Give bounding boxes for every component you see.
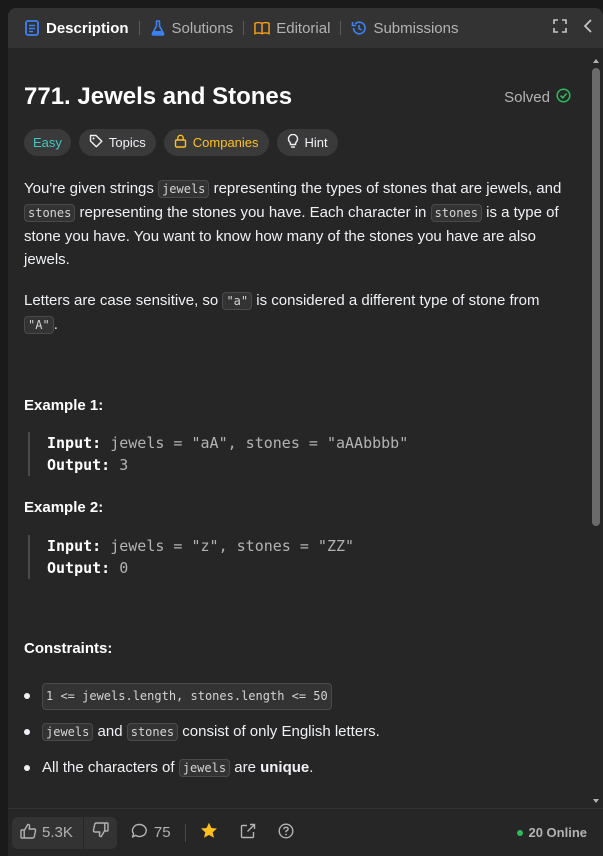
thumbs-up-icon	[20, 823, 37, 843]
description-paragraph: Letters are case sensitive, so "a" is co…	[24, 289, 562, 337]
example-input: jewels = "aA", stones = "aAAbbbb"	[110, 434, 409, 452]
difficulty-label: Easy	[33, 135, 62, 150]
inline-code: "A"	[24, 316, 54, 334]
online-dot	[517, 829, 524, 836]
question-circle-icon	[278, 822, 294, 843]
example-block: Input: jewels = "z", stones = "ZZ" Outpu…	[28, 535, 562, 579]
comment-count: 75	[153, 824, 171, 841]
online-indicator: 20 Online	[517, 825, 587, 840]
list-item: jewels and stones consist of only Englis…	[24, 714, 562, 750]
text: representing the types of stones that ar…	[209, 180, 562, 197]
tab-description[interactable]: Description	[20, 8, 133, 48]
inline-code: jewels	[42, 723, 94, 741]
share-button[interactable]	[240, 823, 256, 843]
online-count: 20 Online	[528, 825, 587, 840]
inline-code: jewels	[158, 180, 210, 198]
text: representing the stones you have. Each c…	[75, 204, 431, 221]
thumbs-down-icon	[92, 822, 109, 843]
dislike-button[interactable]	[84, 817, 117, 849]
history-icon	[351, 20, 367, 36]
scrollbar-thumb[interactable]	[592, 68, 600, 526]
hint-label: Hint	[304, 135, 328, 150]
companies-label: Companies	[192, 135, 259, 150]
tab-label: Editorial	[276, 19, 331, 37]
text: Letters are case sensitive, so	[24, 292, 223, 309]
solved-status: Solved	[504, 87, 571, 107]
text: are	[230, 759, 261, 776]
inline-code: jewels	[178, 759, 231, 777]
input-label: Input:	[47, 434, 102, 452]
topics-label: Topics	[108, 135, 146, 150]
footer-divider	[184, 823, 186, 842]
tab-bar: Description Solutions Editorial Submissi…	[8, 8, 603, 48]
solved-label: Solved	[504, 88, 550, 106]
text: .	[53, 316, 58, 333]
inline-code: "a"	[222, 292, 253, 310]
text: You're given strings	[24, 180, 159, 197]
list-item: 1 <= jewels.length, stones.length <= 50	[24, 678, 562, 714]
tab-divider	[138, 21, 140, 35]
tab-label: Description	[46, 19, 129, 37]
inline-code: stones	[24, 204, 76, 222]
tab-submissions[interactable]: Submissions	[347, 8, 462, 48]
check-circle-icon	[556, 87, 571, 107]
problem-panel: Description Solutions Editorial Submissi…	[8, 8, 603, 856]
tab-editorial[interactable]: Editorial	[250, 8, 334, 48]
bold-text: unique	[260, 759, 310, 776]
book-icon	[254, 20, 270, 36]
difficulty-badge: Easy	[24, 129, 71, 156]
favorite-button[interactable]	[200, 822, 218, 843]
lightbulb-icon	[287, 133, 299, 152]
constraints-title: Constraints:	[24, 640, 113, 657]
topics-button[interactable]: Topics	[78, 129, 156, 156]
footer-bar: 5.3K 75 20 Online	[8, 808, 603, 856]
description-content: 771. Jewels and Stones Solved Easy Topic…	[8, 48, 589, 808]
tab-solutions[interactable]: Solutions	[146, 8, 238, 48]
example-output: 3	[119, 456, 129, 474]
description-paragraph: You're given strings jewels representing…	[24, 177, 562, 271]
example-title: Example 2:	[24, 499, 104, 516]
star-icon	[200, 822, 218, 843]
flask-icon	[150, 20, 166, 36]
output-label: Output:	[47, 456, 111, 474]
example-block: Input: jewels = "aA", stones = "aAAbbbb"…	[28, 432, 562, 476]
vote-group: 5.3K	[12, 816, 117, 849]
inline-code: 1 <= jewels.length, stones.length <= 50	[42, 682, 332, 710]
like-button[interactable]: 5.3K	[12, 816, 84, 849]
inline-code: stones	[430, 204, 482, 222]
text: All the characters of	[42, 759, 179, 776]
inline-code: stones	[126, 723, 179, 741]
list-item: All the characters of jewels are unique.	[24, 750, 562, 786]
tab-label: Solutions	[171, 19, 234, 37]
help-button[interactable]	[278, 822, 294, 843]
example-input: jewels = "z", stones = "ZZ"	[110, 537, 355, 555]
text: consist of only English letters.	[178, 723, 380, 740]
tab-divider	[340, 21, 342, 35]
tab-divider	[243, 21, 245, 35]
problem-description: You're given strings jewels representing…	[24, 177, 562, 786]
lock-icon	[174, 134, 187, 151]
tab-label: Submissions	[373, 19, 459, 37]
example-output: 0	[119, 559, 129, 577]
constraints-list: 1 <= jewels.length, stones.length <= 50 …	[24, 678, 562, 786]
text: .	[309, 759, 314, 776]
external-link-icon	[240, 823, 256, 843]
text: and	[93, 723, 127, 740]
collapse-left-icon[interactable]	[583, 18, 593, 38]
text: is considered a different type of stone …	[252, 292, 540, 309]
comments-button[interactable]: 75	[131, 823, 171, 843]
output-label: Output:	[47, 559, 111, 577]
like-count: 5.3K	[42, 824, 73, 841]
tag-icon	[89, 134, 103, 151]
companies-button[interactable]: Companies	[163, 129, 269, 156]
input-label: Input:	[47, 537, 102, 555]
example-title: Example 1:	[24, 397, 104, 414]
description-icon	[24, 20, 40, 36]
tag-row: Easy Topics Companies Hint	[24, 129, 573, 157]
maximize-icon[interactable]	[553, 18, 567, 38]
hint-button[interactable]: Hint	[276, 129, 338, 156]
problem-title[interactable]: 771. Jewels and Stones	[24, 83, 292, 111]
comment-icon	[131, 823, 148, 843]
scrollbar[interactable]	[591, 54, 601, 808]
